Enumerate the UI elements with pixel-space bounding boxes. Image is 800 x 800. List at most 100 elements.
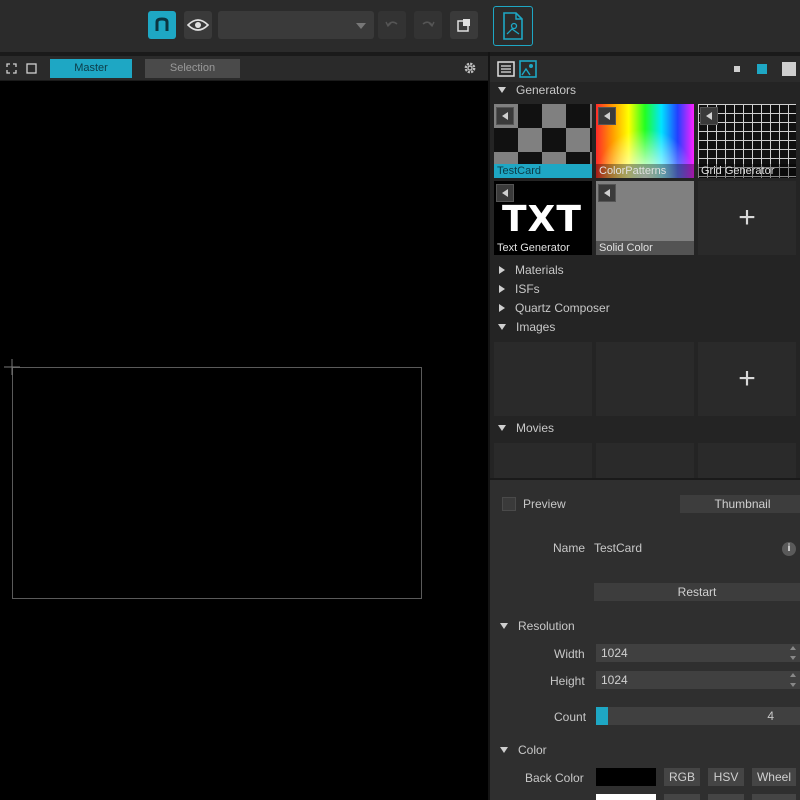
inspector-panel: Preview Thumbnail Name TestCard i Restar… (490, 480, 800, 800)
disclosure-open-icon (498, 425, 506, 431)
category-movies[interactable]: Movies (498, 420, 554, 436)
category-materials[interactable]: Materials (498, 262, 564, 278)
category-images[interactable]: Images (498, 319, 555, 335)
width-label: Width (554, 647, 585, 661)
media-library: Generators TestCard ColorPatterns Grid G… (490, 82, 800, 478)
section-resolution[interactable]: Resolution (500, 619, 575, 633)
name-label: Name (553, 541, 586, 555)
height-value: 1024 (601, 673, 628, 687)
back-color-label: Back Color (525, 771, 584, 785)
generator-solid-color[interactable]: Solid Color (596, 181, 694, 255)
chevron-down-icon (356, 23, 366, 29)
count-slider-fill (596, 707, 609, 725)
second-color-swatch[interactable] (596, 794, 656, 800)
app-logo-icon[interactable] (148, 11, 176, 39)
list-view-icon[interactable] (496, 59, 516, 79)
width-value: 1024 (601, 646, 628, 660)
generator-text[interactable]: TXT Text Generator (494, 181, 592, 255)
image-view-icon[interactable] (518, 59, 538, 79)
disclosure-closed-icon (499, 304, 505, 312)
category-label: Generators (516, 83, 577, 97)
category-label: Movies (516, 421, 555, 435)
large-swatch-icon[interactable] (782, 62, 796, 76)
gear-icon[interactable] (462, 60, 478, 76)
crosshair-icon (4, 359, 20, 375)
width-field[interactable]: 1024 (596, 644, 800, 662)
preview-mode-select[interactable]: Thumbnail (680, 495, 800, 513)
stepper-icon[interactable] (790, 673, 796, 687)
generator-grid[interactable]: Grid Generator (698, 104, 796, 178)
movie-slot[interactable] (596, 443, 694, 478)
image-slot[interactable] (596, 342, 694, 416)
thumb-label: Text Generator (494, 241, 592, 255)
info-icon[interactable]: i (782, 542, 796, 556)
frame-icon[interactable] (24, 61, 38, 75)
rgb-button[interactable]: RGB (664, 768, 700, 786)
eye-icon[interactable] (184, 11, 212, 39)
section-color[interactable]: Color (500, 743, 547, 757)
generator-testcard[interactable]: TestCard (494, 104, 592, 178)
canvas-frame[interactable] (12, 367, 422, 599)
preview-label: Preview (523, 497, 566, 511)
section-label: Color (518, 743, 547, 757)
movie-slot[interactable] (494, 443, 592, 478)
disclosure-open-icon (500, 747, 508, 753)
tab-master[interactable]: Master (50, 59, 132, 78)
height-label: Height (550, 674, 585, 688)
restart-button[interactable]: Restart (594, 583, 800, 601)
preset-dropdown[interactable] (218, 11, 374, 39)
output-viewport[interactable] (0, 81, 488, 800)
thumb-label: Solid Color (596, 241, 694, 255)
preview-mode-value: Thumbnail (714, 497, 771, 511)
document-icon[interactable] (493, 6, 533, 46)
category-label: Materials (515, 263, 564, 277)
preview-checkbox[interactable] (502, 497, 516, 511)
thumb-label: ColorPatterns (596, 164, 694, 178)
preview-row: Preview Thumbnail (490, 494, 800, 514)
disclosure-closed-icon (499, 285, 505, 293)
redo-icon[interactable] (414, 11, 442, 39)
medium-swatch-icon[interactable] (757, 64, 767, 74)
category-label: ISFs (515, 282, 540, 296)
disclosure-closed-icon (499, 266, 505, 274)
disclosure-open-icon (500, 623, 508, 629)
height-field[interactable]: 1024 (596, 671, 800, 689)
image-slot[interactable] (494, 342, 592, 416)
play-icon[interactable] (700, 107, 718, 125)
category-label: Quartz Composer (515, 301, 610, 315)
plus-icon: + (738, 362, 756, 395)
generator-colorpatterns[interactable]: ColorPatterns (596, 104, 694, 178)
wheel-button-2[interactable] (752, 794, 796, 800)
count-slider[interactable]: 4 (596, 707, 800, 725)
small-swatch-icon[interactable] (734, 66, 740, 72)
library-header (490, 56, 800, 82)
play-icon[interactable] (598, 184, 616, 202)
play-icon[interactable] (598, 107, 616, 125)
wheel-button[interactable]: Wheel (752, 768, 796, 786)
count-label: Count (554, 710, 587, 724)
plus-icon: + (738, 201, 756, 234)
add-movie-button[interactable] (698, 443, 796, 478)
category-quartz-composer[interactable]: Quartz Composer (498, 300, 610, 316)
disclosure-open-icon (498, 87, 506, 93)
count-value: 4 (767, 709, 774, 723)
thumb-label: TestCard (494, 164, 592, 178)
category-isfs[interactable]: ISFs (498, 281, 540, 297)
stepper-icon[interactable] (790, 646, 796, 660)
disclosure-open-icon (498, 324, 506, 330)
undo-icon[interactable] (378, 11, 406, 39)
top-toolbar (0, 0, 800, 52)
thumb-label: Grid Generator (698, 164, 796, 178)
export-icon[interactable] (450, 11, 478, 39)
play-icon[interactable] (496, 107, 514, 125)
rgb-button-2[interactable] (664, 794, 700, 800)
add-image-button[interactable]: + (698, 342, 796, 416)
add-generator-button[interactable]: + (698, 181, 796, 255)
name-value[interactable]: TestCard (594, 541, 642, 555)
hsv-button[interactable]: HSV (708, 768, 744, 786)
tab-selection[interactable]: Selection (145, 59, 240, 78)
back-color-swatch[interactable] (596, 768, 656, 786)
fullscreen-icon[interactable] (4, 61, 18, 75)
category-generators[interactable]: Generators (498, 82, 576, 98)
hsv-button-2[interactable] (708, 794, 744, 800)
